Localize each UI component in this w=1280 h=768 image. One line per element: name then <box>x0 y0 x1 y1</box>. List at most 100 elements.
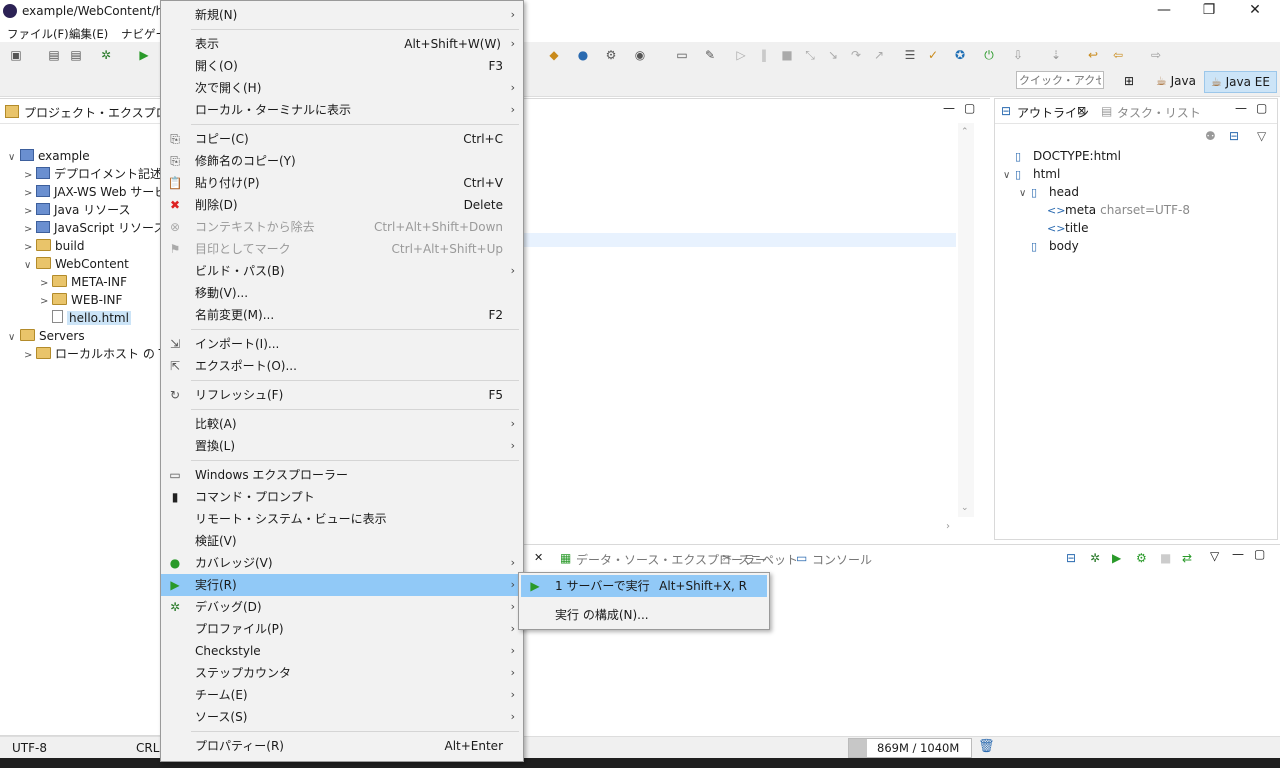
menu-item[interactable]: ⇱ エクスポート(O)... <box>161 355 523 377</box>
new-console-icon[interactable]: ⊟ <box>1066 551 1076 565</box>
debug-icon[interactable]: ✲ <box>98 47 114 63</box>
tree-item[interactable]: > META-INF <box>40 273 127 291</box>
expand-icon[interactable]: ∨ <box>8 149 20 167</box>
console-icon[interactable]: ▭ <box>674 47 690 63</box>
tree-item[interactable]: hello.html <box>40 309 131 327</box>
outline-item[interactable]: ▯ DOCTYPE:html <box>1003 147 1121 165</box>
menu-item[interactable]: ▭ Windows エクスプローラー <box>161 464 523 486</box>
expand-icon[interactable]: ∨ <box>1019 185 1031 203</box>
outline-minimize-button[interactable]: — <box>1235 101 1247 115</box>
outline-maximize-button[interactable]: ▢ <box>1256 101 1267 115</box>
perspective-javaee[interactable]: ☕ Java EE <box>1204 71 1277 93</box>
collapse-icon[interactable]: > <box>24 347 36 365</box>
view-menu-icon[interactable]: ▽ <box>1257 129 1266 143</box>
menu-item[interactable]: ✲ デバッグ(D) › <box>161 596 523 618</box>
power-icon[interactable]: ⏻ <box>981 47 997 63</box>
menu-item[interactable]: ⇲ インポート(I)... <box>161 333 523 355</box>
settings-icon[interactable]: ✪ <box>952 47 968 63</box>
outline-item[interactable]: ∨ ▯ head <box>1019 183 1079 201</box>
menu-item[interactable]: ビルド・パス(B) › <box>161 260 523 282</box>
quick-access-input[interactable] <box>1016 71 1104 89</box>
tree-item[interactable]: > デプロイメント記述子: <box>24 165 178 183</box>
expand-icon[interactable]: ∨ <box>1003 167 1015 185</box>
editor-minimize-button[interactable]: — <box>943 101 955 115</box>
tab-snippets[interactable]: スニペット <box>738 551 798 568</box>
expand-icon[interactable]: ∨ <box>24 257 36 275</box>
scroll-up-icon[interactable]: ⌃ <box>961 127 969 137</box>
close-outline-icon[interactable]: ⊠ <box>1077 104 1086 117</box>
menu-item[interactable]: ✖ 削除(D) Delete <box>161 194 523 216</box>
menu-item[interactable]: ステップカウンタ › <box>161 662 523 684</box>
menu-item[interactable]: ⎘ コピー(C) Ctrl+C <box>161 128 523 150</box>
tree-item[interactable]: > Java リソース <box>24 201 131 219</box>
scroll-down-icon[interactable]: ⌄ <box>961 503 969 513</box>
new-icon[interactable]: ▣ <box>8 47 24 63</box>
editor-vertical-scrollbar[interactable]: ⌃ ⌄ <box>958 123 974 517</box>
menu-item[interactable]: ↻ リフレッシュ(F) F5 <box>161 384 523 406</box>
run-icon[interactable]: ▶ <box>136 47 152 63</box>
menu-item[interactable]: プロパティー(R) Alt+Enter <box>161 735 523 757</box>
tree-item[interactable]: > JAX-WS Web サービ <box>24 183 166 201</box>
editor-maximize-button[interactable]: ▢ <box>964 101 975 115</box>
tree-item[interactable]: > JavaScript リソース <box>24 219 165 237</box>
menu-item[interactable]: ローカル・ターミナルに表示 › <box>161 99 523 121</box>
save-all-icon[interactable]: ▤ <box>68 47 84 63</box>
profile-icon[interactable]: ⚙ <box>1136 551 1147 565</box>
menu-item[interactable]: 移動(V)... <box>161 282 523 304</box>
account-icon[interactable]: ◉ <box>632 47 648 63</box>
menu-item[interactable]: リモート・システム・ビューに表示 <box>161 508 523 530</box>
menu-item[interactable]: チーム(E) › <box>161 684 523 706</box>
pin-icon[interactable]: ✎ <box>702 47 718 63</box>
filter-icon[interactable]: ☰ <box>902 47 918 63</box>
submenu-item[interactable]: ▶ 1 サーバーで実行 Alt+Shift+X, R <box>521 575 767 597</box>
menu-file[interactable]: ファイル(F) <box>7 26 69 42</box>
tree-item[interactable]: ∨ example <box>8 147 90 165</box>
collapse-all-icon[interactable]: ⊟ <box>1229 129 1239 143</box>
tree-item[interactable]: ∨ WebContent <box>24 255 129 273</box>
globe-icon[interactable]: ● <box>575 47 591 63</box>
menu-item[interactable]: プロファイル(P) › <box>161 618 523 640</box>
forward-icon[interactable]: ⇨ <box>1148 47 1164 63</box>
menu-item[interactable]: ▶ 実行(R) › <box>161 574 523 596</box>
next-annotation-icon[interactable]: ⇣ <box>1048 47 1064 63</box>
publish-icon[interactable]: ⇄ <box>1182 551 1192 565</box>
tree-item[interactable]: ∨ Servers <box>8 327 85 345</box>
menu-item[interactable]: 表示 Alt+Shift+W(W) › <box>161 33 523 55</box>
menu-item[interactable]: ● カバレッジ(V) › <box>161 552 523 574</box>
download-icon[interactable]: ⇩ <box>1010 47 1026 63</box>
save-icon[interactable]: ▤ <box>46 47 62 63</box>
back-icon[interactable]: ⇦ <box>1110 47 1126 63</box>
tab-console[interactable]: コンソール <box>812 551 872 568</box>
search-tool-icon[interactable]: ⚙ <box>603 47 619 63</box>
minimize-button[interactable]: — <box>1150 2 1178 20</box>
bottom-maximize-button[interactable]: ▢ <box>1254 547 1265 561</box>
last-edit-icon[interactable]: ↩ <box>1085 47 1101 63</box>
menu-item[interactable]: ▮ コマンド・プロンプト <box>161 486 523 508</box>
menu-item[interactable]: 📋 貼り付け(P) Ctrl+V <box>161 172 523 194</box>
menu-item[interactable]: 比較(A) › <box>161 413 523 435</box>
submenu-item[interactable]: 実行 の構成(N)... <box>521 604 767 626</box>
hide-fields-icon[interactable]: ⚉ <box>1205 129 1216 143</box>
close-button[interactable]: ✕ <box>1241 2 1269 20</box>
scroll-right-icon[interactable]: › <box>946 521 950 532</box>
outline-item[interactable]: <>title <box>1035 219 1088 237</box>
menu-item[interactable]: 名前変更(M)... F2 <box>161 304 523 326</box>
open-perspective-icon[interactable]: ⊞ <box>1124 74 1134 88</box>
tree-item[interactable]: > build <box>24 237 85 255</box>
menu-item[interactable]: 検証(V) <box>161 530 523 552</box>
task-icon[interactable]: ✓ <box>925 47 941 63</box>
perspective-java[interactable]: ☕ Java <box>1152 71 1200 91</box>
menu-item[interactable]: ソース(S) › <box>161 706 523 728</box>
menu-item[interactable]: Checkstyle › <box>161 640 523 662</box>
heap-status-bar[interactable]: 869M / 1040M <box>848 738 972 758</box>
gc-trash-icon[interactable]: 🗑 <box>978 739 995 754</box>
menu-item[interactable]: 次で開く(H) › <box>161 77 523 99</box>
menu-item[interactable]: 新規(N) › <box>161 4 523 26</box>
menu-item[interactable]: ⎘ 修飾名のコピー(Y) <box>161 150 523 172</box>
open-folder-icon[interactable]: ◆ <box>546 47 562 63</box>
tab-task-list[interactable]: タスク・リスト <box>1117 104 1201 121</box>
outline-item[interactable]: <>meta charset=UTF-8 <box>1035 201 1190 219</box>
bottom-minimize-button[interactable]: — <box>1232 547 1244 561</box>
editor-content[interactable] <box>520 123 958 515</box>
menu-edit[interactable]: 編集(E) <box>69 26 108 42</box>
